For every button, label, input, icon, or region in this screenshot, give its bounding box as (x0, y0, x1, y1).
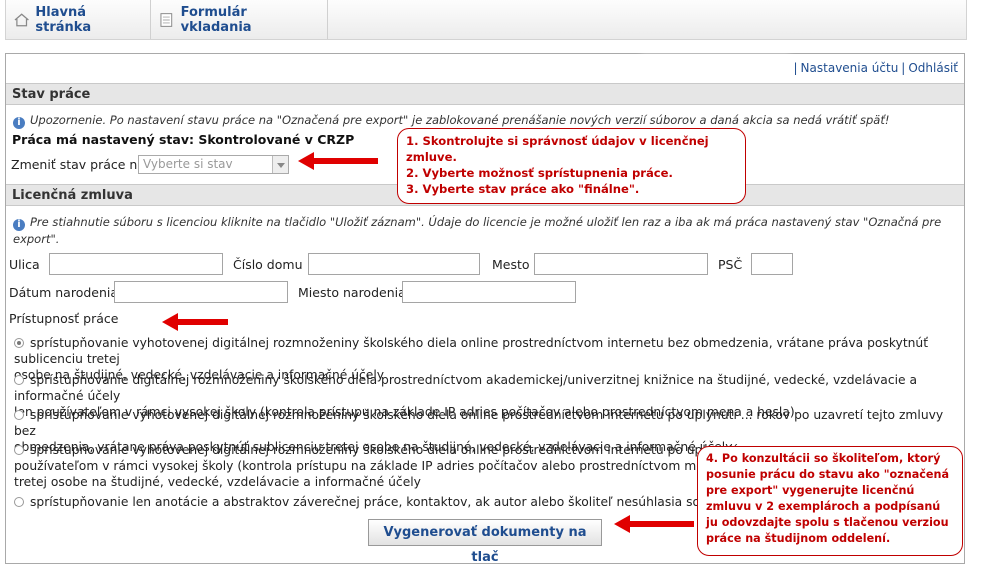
callout-steps-line1: 1. Skontrolujte si správnosť údajov v li… (406, 134, 709, 148)
info-icon: i (13, 117, 25, 129)
callout-export-line4: zmluvu v 2 exemplároch a podpísanú (706, 500, 941, 513)
document-icon (160, 12, 173, 27)
nav-form-label: Formulár vkladania (180, 4, 252, 35)
callout-export-line2: posunie prácu do stavu ako "označená (706, 468, 950, 481)
annotation-arrow-status (298, 152, 378, 170)
birthplace-input[interactable] (402, 281, 576, 303)
callout-export-line6: práce na študijnom oddelení. (706, 532, 891, 545)
nav-home-label: Hlavná stránka (35, 4, 92, 35)
access-option-1-line1: sprístupňovanie vyhotovenej digitálnej r… (14, 336, 929, 366)
change-status-label: Zmeniť stav práce na (11, 157, 145, 172)
callout-steps-line3: 2. Vyberte možnosť sprístupnenia práce. (406, 166, 673, 180)
generate-documents-button[interactable]: Vygenerovať dokumenty na tlač (368, 519, 602, 565)
house-no-label: Číslo domu (233, 257, 303, 272)
street-label: Ulica (9, 257, 40, 272)
zip-label: PSČ (718, 257, 743, 272)
callout-export-line1: 4. Po konzultácii so školiteľom, ktorý (706, 452, 941, 465)
account-links: | Nastavenia účtu | Odhlásiť (793, 61, 959, 75)
city-input[interactable] (534, 253, 708, 275)
account-settings-link[interactable]: Nastavenia účtu (801, 61, 899, 75)
home-icon (14, 12, 29, 26)
access-option-2-line1: sprístupňovanie digitálnej rozmnoženiny … (14, 373, 918, 403)
callout-export-line5: ju odovzdajte spolu s tlačenou verziou (706, 516, 949, 529)
access-option-3-line1: sprístupňovanie vyhotovenej digitálnej r… (14, 408, 944, 438)
license-info-line1: Pre stiahnutie súboru s licenciou klikni… (30, 215, 942, 229)
status-section-header: Stav práce (6, 83, 964, 105)
top-navigation: Hlavná stránka Formulár vkladania (5, 0, 967, 40)
callout-steps-line2: zmluve. (406, 150, 457, 164)
city-label: Mesto (492, 257, 530, 272)
access-option-4-line1: sprístupňovanie vyhotovenej digitálnej r… (30, 443, 753, 457)
account-bar: | Nastavenia účtu | Odhlásiť (6, 54, 964, 83)
callout-steps-line4: 3. Vyberte stav práce ako "finálne". (406, 182, 640, 196)
house-no-input[interactable] (308, 253, 480, 275)
radio-button[interactable] (14, 410, 24, 420)
logout-link[interactable]: Odhlásiť (908, 61, 958, 75)
info-icon: i (13, 219, 25, 231)
birthdate-label: Dátum narodenia (9, 285, 119, 300)
current-status: Práca má nastavený stav: Skontrolované v… (12, 132, 355, 147)
license-info-line2: export". (13, 232, 60, 246)
nav-form-tab[interactable]: Formulár vkladania (151, 0, 328, 39)
radio-button[interactable] (14, 375, 24, 385)
annotation-arrow-button (614, 515, 694, 533)
access-label: Prístupnosť práce (9, 311, 119, 326)
birthplace-label: Miesto narodenia (298, 285, 406, 300)
annotation-callout-export: 4. Po konzultácii so školiteľom, ktorý p… (697, 446, 963, 556)
annotation-arrow-access (162, 313, 228, 331)
nav-home-tab[interactable]: Hlavná stránka (6, 0, 151, 39)
radio-button[interactable] (14, 497, 24, 507)
street-input[interactable] (49, 253, 223, 275)
callout-export-line3: pre export" vygenerujte licenčnú (706, 484, 915, 497)
access-option-4-line2: používateľom v rámci vysokej školy (kont… (14, 459, 757, 473)
status-select[interactable]: Vyberte si stav (138, 155, 289, 174)
license-info: i Pre stiahnutie súboru s licenciou klikn… (13, 214, 963, 248)
annotation-callout-steps: 1. Skontrolujte si správnosť údajov v li… (397, 128, 746, 204)
radio-button-selected[interactable] (14, 338, 24, 348)
chevron-down-icon (272, 156, 288, 173)
status-warning-text: Upozornenie. Po nastavení stavu práce na… (30, 113, 890, 127)
zip-input[interactable] (751, 253, 793, 275)
birthdate-input[interactable] (114, 281, 288, 303)
access-option-4-line3: tretej osobe na študijné, vedecké, vzdel… (14, 475, 421, 489)
user-name-blurred (644, 59, 787, 77)
access-option-5-line1: sprístupňovanie len anotácie a abstrakto… (30, 495, 749, 509)
status-select-value: Vyberte si stav (143, 157, 233, 171)
radio-button[interactable] (14, 445, 24, 455)
status-warning: i Upozornenie. Po nastavení stavu práce n… (13, 112, 958, 129)
